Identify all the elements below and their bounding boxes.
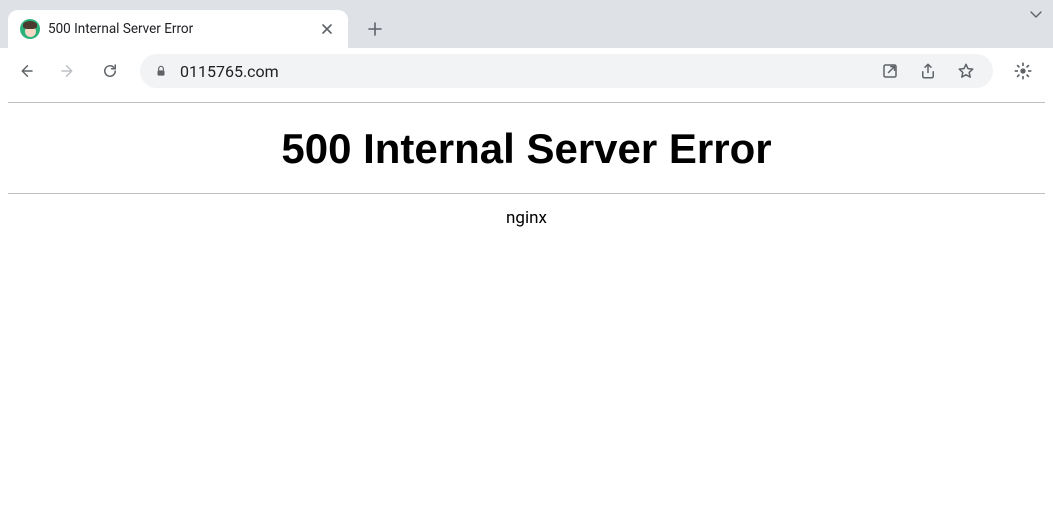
open-external-icon [881, 62, 899, 80]
address-bar[interactable]: 0115765.com [140, 54, 993, 88]
arrow-right-icon [59, 62, 77, 80]
arrow-left-icon [17, 62, 35, 80]
favicon-icon [20, 19, 40, 39]
share-icon [919, 62, 937, 80]
plus-icon [368, 22, 382, 36]
lock-icon [154, 64, 168, 78]
window-dropdown-button[interactable] [1029, 4, 1043, 23]
open-external-button[interactable] [877, 62, 903, 80]
reload-icon [101, 62, 119, 80]
close-icon [322, 24, 332, 34]
star-icon [957, 62, 975, 80]
back-button[interactable] [8, 53, 44, 89]
server-name: nginx [8, 194, 1045, 228]
page-content: 500 Internal Server Error nginx [0, 94, 1053, 236]
settings-button[interactable] [1005, 53, 1041, 89]
forward-button[interactable] [50, 53, 86, 89]
reload-button[interactable] [92, 53, 128, 89]
url-text: 0115765.com [180, 62, 865, 81]
tab-close-button[interactable] [318, 20, 336, 38]
browser-tab[interactable]: 500 Internal Server Error [8, 10, 348, 48]
gear-icon [1013, 61, 1033, 81]
bookmark-button[interactable] [953, 62, 979, 80]
tab-title: 500 Internal Server Error [48, 21, 310, 37]
new-tab-button[interactable] [360, 14, 390, 44]
tab-strip: 500 Internal Server Error [0, 0, 1053, 48]
toolbar: 0115765.com [0, 48, 1053, 94]
error-heading: 500 Internal Server Error [8, 103, 1045, 193]
share-button[interactable] [915, 62, 941, 80]
chevron-down-icon [1029, 9, 1043, 19]
